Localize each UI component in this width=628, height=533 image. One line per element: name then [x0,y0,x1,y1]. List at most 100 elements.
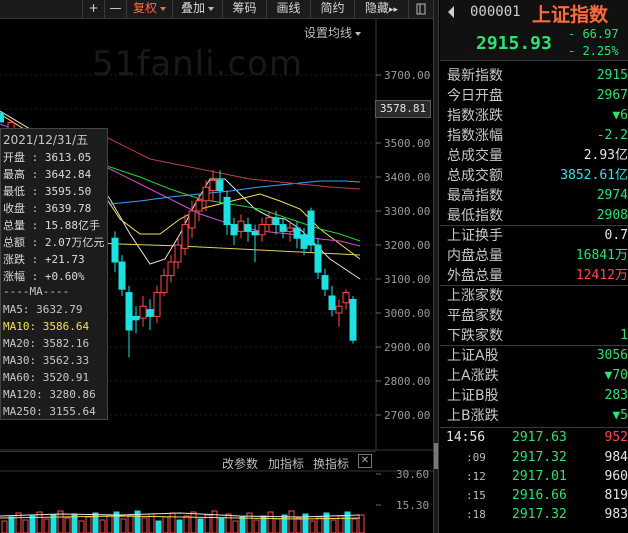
tick-price: 2917.01 [512,469,567,484]
volume-bar [106,515,113,533]
tick-row[interactable]: :15 2916.66 819 [440,486,628,506]
quote-row-label: 指数涨跌 [447,108,503,124]
tick-volume: 952 [604,430,628,445]
volume-bar [155,520,162,533]
candle-body [195,200,203,212]
overlay-label: 叠加 [180,1,205,15]
info-amount-label: 总额 [3,236,25,249]
volume-bar [78,520,85,533]
tick-row[interactable]: :12 2917.01 960 [440,467,628,487]
quote-row-value: 3852.61亿 [560,168,628,183]
quote-row: 指数涨跌 ▼6 [440,106,628,126]
volume-bar [197,518,204,533]
candle-body [314,244,322,273]
info-high-label: 最高 [3,168,25,181]
index-change: - 66.97 [568,27,619,41]
info-change-value: +21.73 [44,253,85,266]
candle-body [349,298,357,341]
tick-row[interactable]: 14:56 2917.63 952 [440,428,628,448]
back-arrow-icon[interactable] [446,5,456,19]
volume-bars [0,470,433,533]
quote-row-value: 283 [604,388,628,403]
quote-row-value: ▼5 [612,408,628,423]
tick-time: :15 [466,489,486,502]
info-pct-value: +0.60% [44,270,85,283]
volume-bar [176,519,183,533]
volume-bar [22,519,29,533]
quote-row-label: 内盘总量 [447,248,503,264]
resize-handle[interactable] [434,443,438,469]
volume-bar [183,515,190,533]
quote-row-label: 上证B股 [447,388,499,404]
panel-toggle-button[interactable] [408,0,433,18]
close-icon[interactable]: ✕ [358,454,372,468]
quote-row-label: 下跌家数 [447,328,503,344]
restore-rights-label: 复权 [132,1,157,15]
current-price-flag: 3578.81 [375,100,431,118]
quote-row-label: 上A涨跌 [447,368,499,384]
candle-body [132,315,140,321]
volume-bar [316,516,323,533]
quote-header: 000001 上证指数 2915.93 - 66.97 - 2.25% [440,0,628,61]
candle-body [265,217,273,226]
candle-body [279,224,287,232]
volume-bar [281,514,288,533]
tick-volume: 984 [604,450,628,465]
candle-body [300,234,308,249]
info-close-row: 收盘 : 3639.78 [3,202,92,215]
candle-body [188,210,196,229]
quote-row-value: 3056 [596,348,628,363]
zoom-in-button[interactable]: + [82,0,104,18]
switch-indicator-button[interactable]: 换指标 [313,455,349,472]
volume-bar [288,510,295,533]
tick-price: 2917.32 [512,450,567,465]
overlay-button[interactable]: 叠加 [172,0,222,18]
hide-button[interactable]: 隐藏▸▸ [354,0,408,18]
quote-row-value: 0.7 [604,228,628,243]
quote-row-label: 指数涨幅 [447,128,503,144]
draw-line-button[interactable]: 画线 [266,0,310,18]
candle-body [118,261,126,290]
volume-bar [351,518,358,533]
price-tick-label: 2900.00 [384,341,430,354]
price-tick-label: 2800.00 [384,375,430,388]
volume-bar [127,514,134,533]
quote-row: 今日开盘 2967 [440,86,628,106]
candle-body [307,210,315,246]
quote-panel: 000001 上证指数 2915.93 - 66.97 - 2.25% 最新指数… [440,0,628,533]
info-volume-value: 15.88亿手 [44,219,100,232]
volume-bar [169,512,176,533]
price-tick-label: 3700.00 [384,69,430,82]
quote-row-value: 2967 [596,88,628,103]
volume-bar [239,516,246,533]
double-arrow-icon: ▸▸ [388,5,399,15]
add-indicator-button[interactable]: 加指标 [268,455,304,472]
candle-body [321,275,329,290]
volume-bar [190,511,197,533]
indicator-toolbar: 改参数 加指标 换指标 [0,451,376,471]
tick-row[interactable]: :18 2917.32 983 [440,505,628,525]
quote-row-label: 最高指数 [447,188,503,204]
volume-bar [15,512,22,533]
tick-time: :18 [466,508,486,521]
quote-row-value: -2.2 [596,128,628,143]
quote-row-label: 最新指数 [447,68,503,84]
chips-button[interactable]: 筹码 [222,0,266,18]
volume-bar [295,517,302,533]
info-amount-value: 2.07万亿元 [44,236,105,249]
info-close-value: 3639.78 [44,202,92,215]
info-close-label: 收盘 [3,202,25,215]
tick-volume: 960 [604,469,628,484]
tick-row[interactable]: :09 2917.32 984 [440,448,628,468]
volume-bar [8,516,15,533]
quote-row: 下跌家数 1 [440,326,628,346]
zoom-out-button[interactable]: — [104,0,126,18]
info-low-row: 最低 : 3595.50 [3,185,92,198]
quote-row-value: 12412万 [575,268,628,283]
volume-bar [274,518,281,533]
edit-params-button[interactable]: 改参数 [222,455,258,472]
info-ma60: MA60: 3520.91 [3,371,90,384]
simple-mode-button[interactable]: 简约 [310,0,354,18]
info-high-value: 3642.84 [44,168,92,181]
restore-rights-button[interactable]: 复权 [126,0,172,18]
